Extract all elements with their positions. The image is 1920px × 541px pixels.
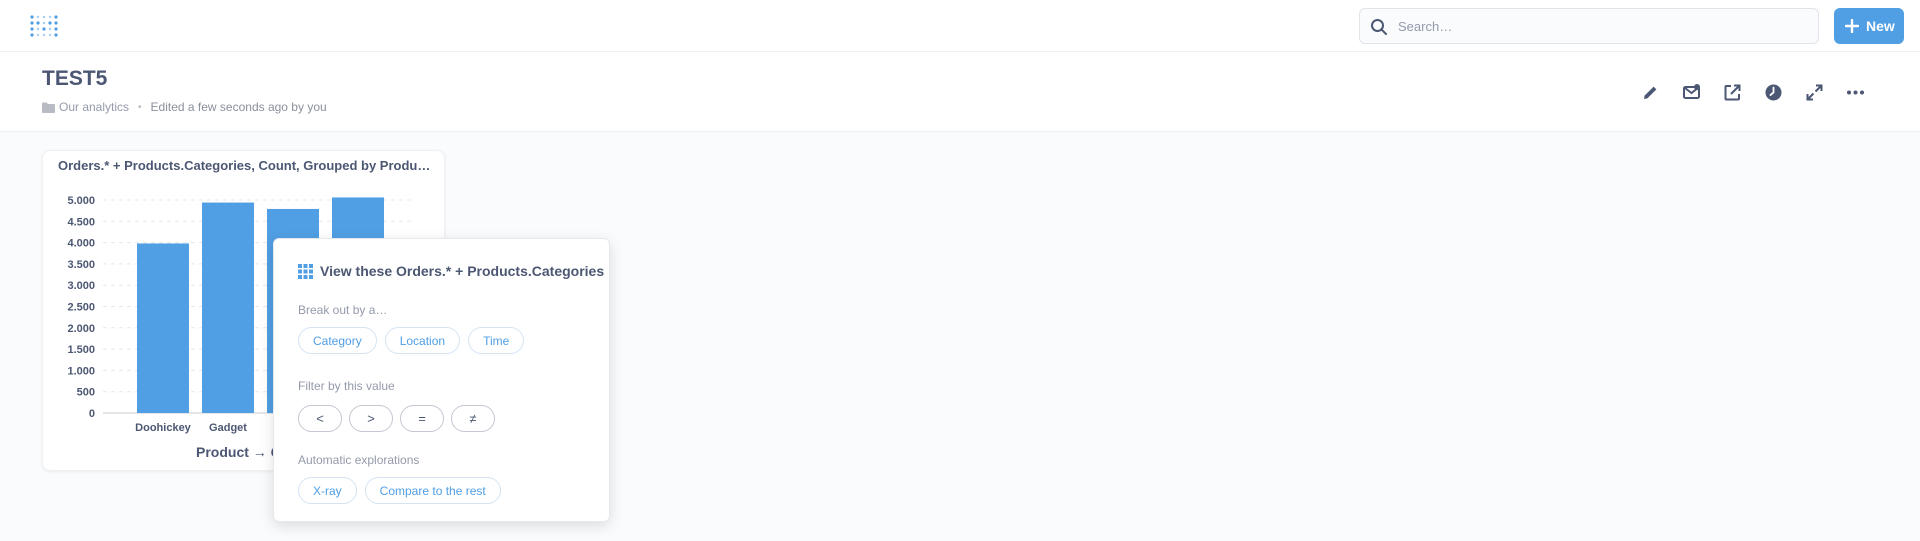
y-tick-label: 2.500 (67, 302, 95, 314)
filter-equal-button[interactable]: = (400, 405, 444, 432)
y-tick-label: 4.000 (67, 238, 95, 250)
view-records-action[interactable]: View these Orders.* + Products.Categorie… (298, 263, 604, 279)
collection-link[interactable]: Our analytics (59, 100, 129, 114)
pencil-icon (1643, 86, 1656, 99)
share-icon (1724, 84, 1740, 100)
y-tick-label: 4.500 (67, 216, 95, 228)
filter-greater-than-button[interactable]: > (349, 405, 393, 432)
x-tick-label: Gadget (209, 422, 247, 434)
y-tick-label: 3.500 (67, 259, 95, 271)
bar[interactable] (202, 202, 254, 413)
dashboard-header: TEST5 Our analytics • Edited a few secon… (0, 52, 1920, 132)
breakout-label: Break out by a… (298, 303, 388, 317)
filter-options: < > = ≠ (298, 405, 502, 432)
history-icon (1765, 84, 1781, 100)
filter-label: Filter by this value (298, 379, 395, 393)
popover-title: View these Orders.* + Products.Categorie… (320, 263, 605, 279)
metabase-logo-icon[interactable] (28, 12, 60, 40)
new-button[interactable]: New (1834, 8, 1904, 44)
breakout-location-chip[interactable]: Location (384, 327, 461, 354)
y-tick-label: 0 (89, 408, 95, 420)
dashboard-meta: Our analytics • Edited a few seconds ago… (42, 100, 327, 114)
x-axis-label: Product → C (196, 444, 281, 460)
search-input[interactable]: Search… (1359, 8, 1819, 44)
more-options-button[interactable] (1843, 80, 1867, 104)
breakout-options: Category Location Time (298, 327, 532, 354)
search-icon (1371, 19, 1387, 35)
folder-icon (42, 102, 55, 113)
subscriptions-button[interactable] (1679, 80, 1703, 104)
fullscreen-icon (1806, 84, 1822, 100)
sharing-button[interactable] (1720, 80, 1744, 104)
more-icon (1846, 90, 1864, 94)
exploration-options: X-ray Compare to the rest (298, 477, 509, 504)
x-tick-label: Doohickey (135, 422, 192, 434)
y-tick-label: 5.000 (67, 195, 95, 207)
dashboard-actions (1638, 80, 1884, 104)
search-placeholder: Search… (1398, 19, 1453, 34)
y-tick-label: 1.000 (67, 365, 95, 377)
drill-popover: View these Orders.* + Products.Categorie… (273, 238, 610, 522)
filter-less-than-button[interactable]: < (298, 405, 342, 432)
compare-to-rest-chip[interactable]: Compare to the rest (364, 477, 501, 504)
grid-icon (298, 263, 313, 279)
separator-dot: • (138, 101, 142, 113)
dashboard-title[interactable]: TEST5 (42, 67, 107, 91)
y-tick-label: 1.500 (67, 344, 95, 356)
bar[interactable] (137, 243, 189, 413)
xray-chip[interactable]: X-ray (298, 477, 357, 504)
y-tick-label: 500 (77, 387, 95, 399)
y-tick-label: 2.000 (67, 323, 95, 335)
filter-not-equal-button[interactable]: ≠ (451, 405, 495, 432)
explorations-label: Automatic explorations (298, 453, 420, 467)
breakout-category-chip[interactable]: Category (298, 327, 377, 354)
top-navbar: Search… New (0, 0, 1920, 52)
edit-dashboard-button[interactable] (1638, 80, 1662, 104)
fullscreen-button[interactable] (1802, 80, 1826, 104)
plus-icon (1845, 19, 1859, 33)
revision-history-button[interactable] (1761, 80, 1785, 104)
last-edited-info[interactable]: Edited a few seconds ago by you (151, 100, 327, 114)
breakout-time-chip[interactable]: Time (468, 327, 525, 354)
subscription-icon (1682, 83, 1700, 99)
new-button-label: New (1866, 18, 1895, 34)
y-tick-label: 3.000 (67, 280, 95, 292)
